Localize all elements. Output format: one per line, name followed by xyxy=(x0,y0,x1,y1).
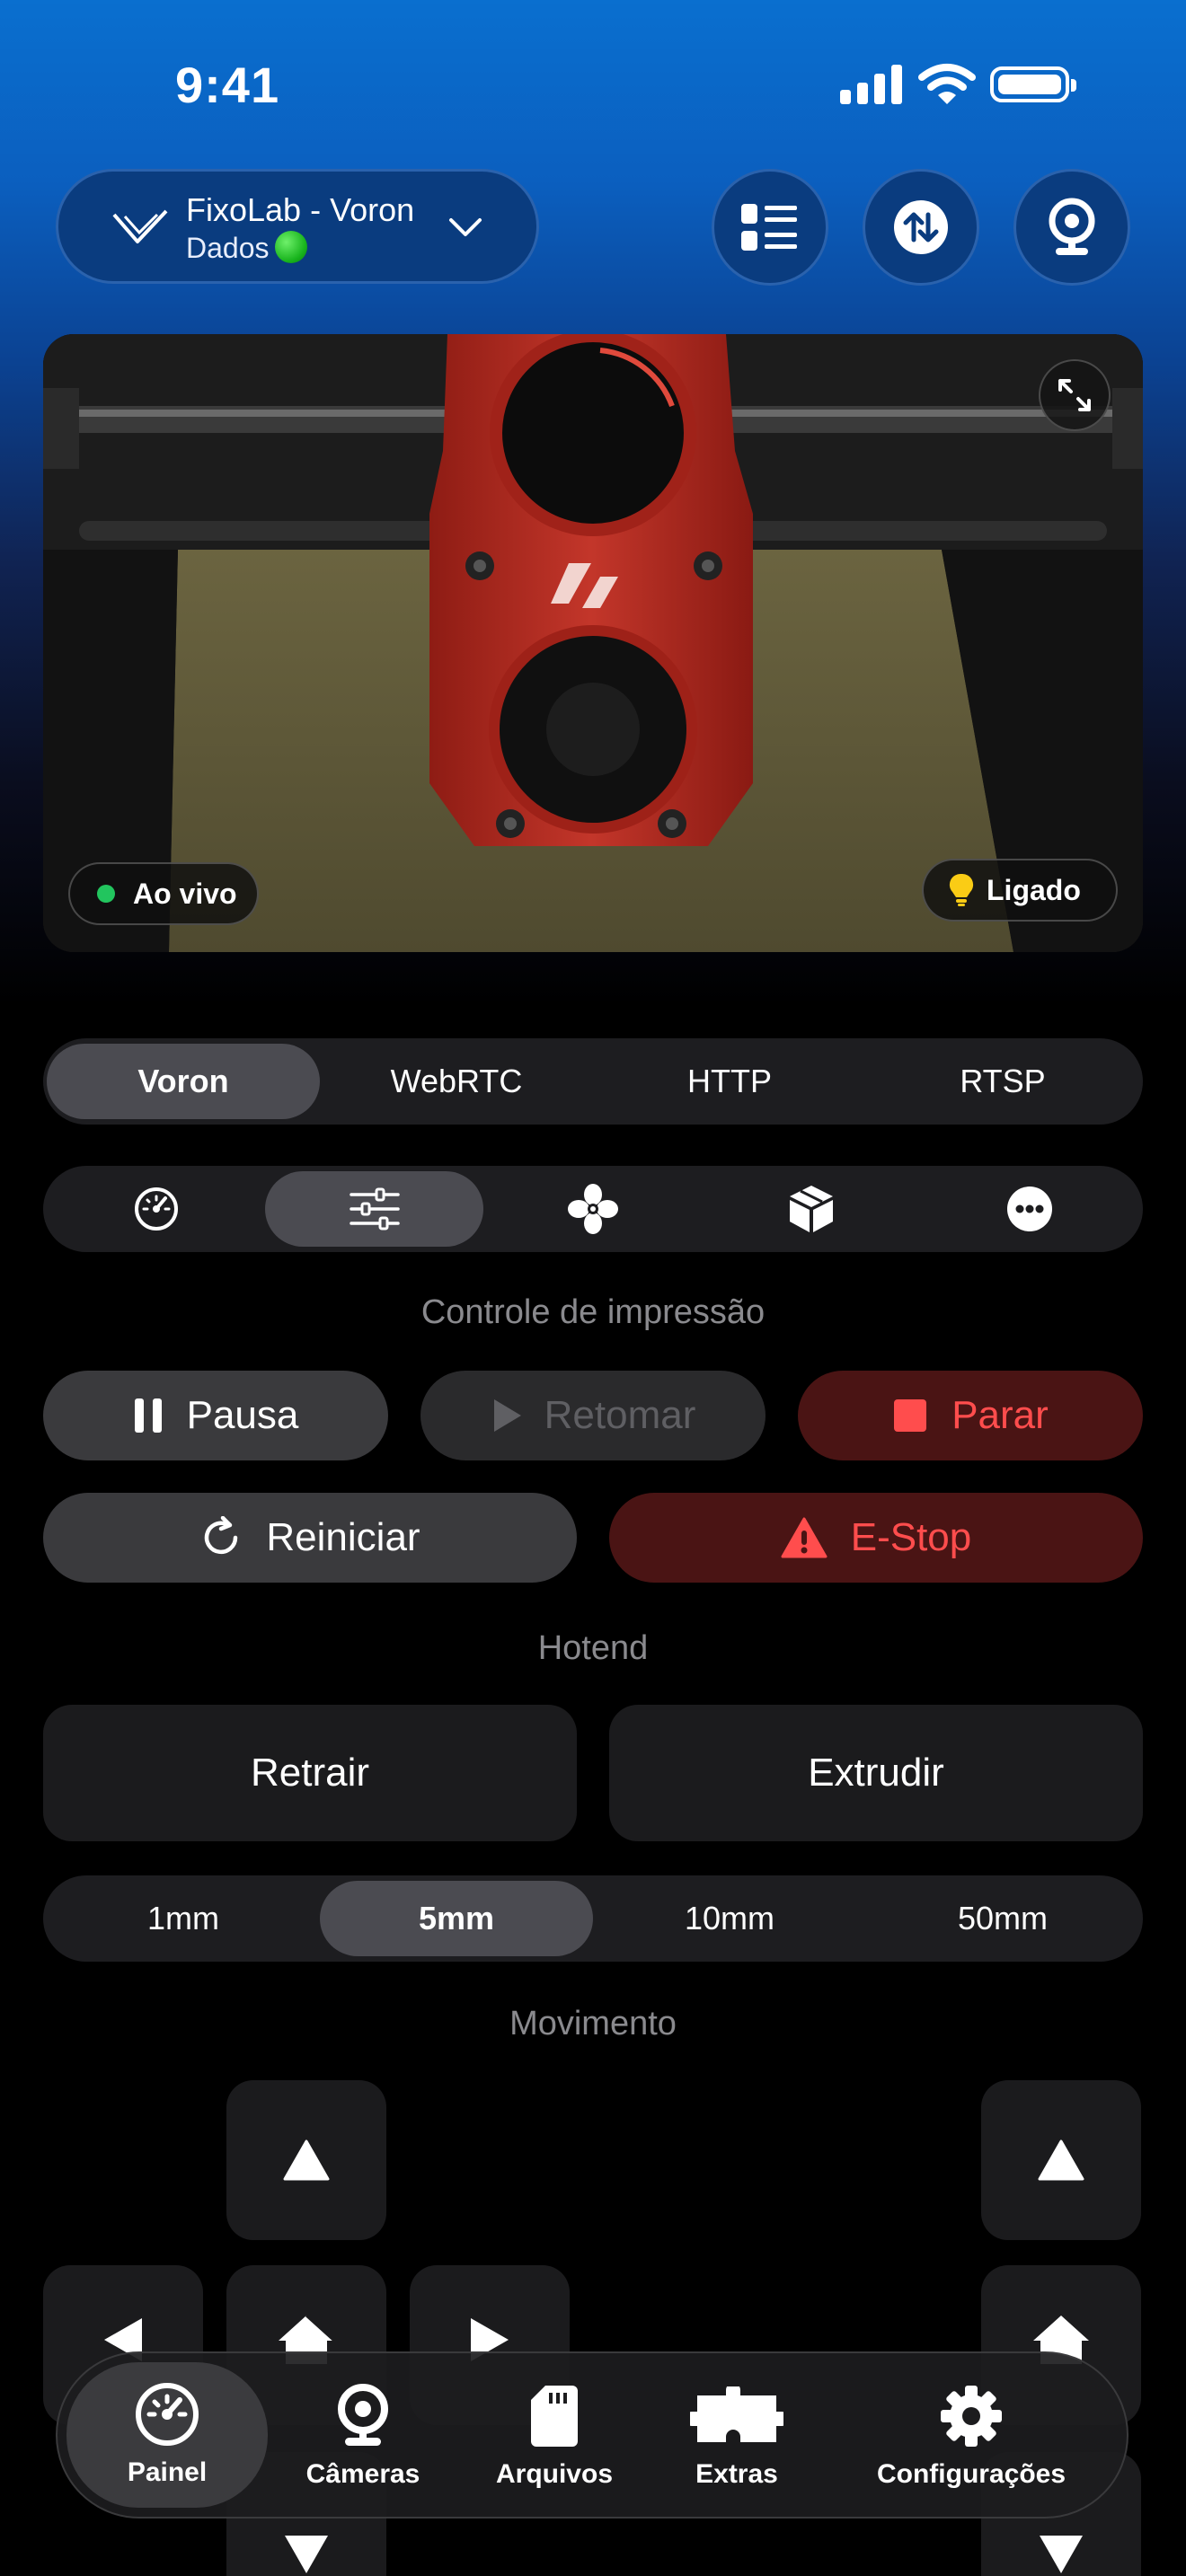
print-control-title: Controle de impressão xyxy=(420,1293,766,1331)
webcam-icon xyxy=(1049,198,1095,255)
estop-label: E-Stop xyxy=(850,1515,972,1559)
retract-button[interactable]: Retrair xyxy=(43,1705,577,1841)
restart-icon xyxy=(205,1516,238,1555)
live-dot-icon xyxy=(97,885,115,903)
distance-50mm[interactable]: 50mm xyxy=(866,1881,1139,1956)
movement-title: Movimento xyxy=(509,2005,677,2042)
tool-tab-cube[interactable] xyxy=(703,1171,921,1247)
arrow-up-icon xyxy=(283,2139,330,2181)
distance-10mm[interactable]: 10mm xyxy=(593,1881,866,1956)
gauge-icon xyxy=(136,2383,199,2446)
estop-button[interactable]: E-Stop xyxy=(609,1493,1143,1583)
stream-tab-http[interactable]: HTTP xyxy=(593,1044,866,1119)
cellular-signal-icon xyxy=(840,65,902,104)
hotend-title: Hotend xyxy=(537,1629,649,1667)
sd-card-icon xyxy=(531,2386,578,2447)
tool-tab-fan[interactable] xyxy=(483,1171,702,1247)
stop-icon xyxy=(894,1399,927,1432)
printer-selector[interactable]: FixoLab - Voron Dados xyxy=(56,169,539,284)
status-dot-icon xyxy=(274,231,307,263)
tool-tab-gauge[interactable] xyxy=(47,1171,265,1247)
gear-icon xyxy=(941,2386,1002,2447)
pause-label: Pausa xyxy=(186,1393,299,1437)
pause-button[interactable]: Pausa xyxy=(43,1371,388,1460)
stream-selector: Voron WebRTC HTTP RTSP xyxy=(43,1038,1143,1125)
stream-tab-voron[interactable]: Voron xyxy=(47,1044,320,1119)
stream-tab-webrtc[interactable]: WebRTC xyxy=(320,1044,593,1119)
transfer-button[interactable] xyxy=(863,169,979,286)
list-button[interactable] xyxy=(712,169,828,286)
arrow-down-icon xyxy=(1040,2536,1083,2573)
warning-icon xyxy=(781,1517,828,1558)
fullscreen-button[interactable] xyxy=(1039,359,1111,431)
list-icon xyxy=(741,204,797,251)
gauge-icon xyxy=(134,1187,178,1231)
restart-label: Reiniciar xyxy=(266,1515,420,1559)
tab-bar: Painel Câmeras Arquivos Extras Configura… xyxy=(56,2351,1128,2519)
tool-tab-more[interactable] xyxy=(921,1171,1139,1247)
extrude-button[interactable]: Extrudir xyxy=(609,1705,1143,1841)
transfer-icon xyxy=(894,200,948,254)
play-icon xyxy=(493,1399,521,1432)
tab-label: Arquivos xyxy=(495,2459,614,2489)
cube-icon xyxy=(790,1186,834,1232)
tool-tab-sliders[interactable] xyxy=(265,1171,484,1247)
camera-feed[interactable]: Ao vivo Ligado xyxy=(43,334,1143,952)
tab-configuracoes[interactable]: Configurações xyxy=(823,2353,1120,2520)
stop-button[interactable]: Parar xyxy=(798,1371,1143,1460)
restart-button[interactable]: Reiniciar xyxy=(43,1493,577,1583)
puzzle-icon xyxy=(690,2386,783,2442)
tool-selector xyxy=(43,1166,1143,1252)
distance-selector: 1mm 5mm 10mm 50mm xyxy=(43,1875,1143,1962)
tab-label: Configurações xyxy=(876,2459,1067,2489)
battery-icon xyxy=(990,66,1076,102)
expand-icon xyxy=(1058,379,1091,411)
webcam-button[interactable] xyxy=(1013,169,1130,286)
webcam-icon xyxy=(338,2384,388,2446)
resume-button[interactable]: Retomar xyxy=(420,1371,766,1460)
tab-painel[interactable]: Painel xyxy=(66,2362,268,2508)
tab-arquivos[interactable]: Arquivos xyxy=(458,2353,651,2520)
tab-label: Painel xyxy=(127,2457,208,2487)
wifi-icon xyxy=(918,64,976,104)
voron-logo-icon xyxy=(112,209,168,243)
jog-z-up-button[interactable] xyxy=(981,2080,1141,2240)
tab-cameras[interactable]: Câmeras xyxy=(268,2353,458,2520)
distance-1mm[interactable]: 1mm xyxy=(47,1881,320,1956)
live-badge: Ao vivo xyxy=(68,862,259,925)
tab-extras[interactable]: Extras xyxy=(651,2353,823,2520)
tab-label: Extras xyxy=(695,2459,778,2489)
status-time: 9:41 xyxy=(175,57,280,113)
printer-name: FixoLab - Voron xyxy=(186,191,415,228)
live-label: Ao vivo xyxy=(133,877,237,910)
resume-label: Retomar xyxy=(544,1393,696,1437)
arrow-up-icon xyxy=(1038,2139,1084,2181)
chevron-down-icon xyxy=(449,218,482,236)
sliders-icon xyxy=(350,1187,400,1231)
lightbulb-icon xyxy=(949,873,974,906)
arrow-down-icon xyxy=(285,2536,328,2573)
fan-icon xyxy=(568,1184,618,1234)
jog-y-plus-button[interactable] xyxy=(226,2080,386,2240)
stream-tab-rtsp[interactable]: RTSP xyxy=(866,1044,1139,1119)
distance-5mm[interactable]: 5mm xyxy=(320,1881,593,1956)
more-icon xyxy=(1007,1187,1053,1231)
stop-label: Parar xyxy=(951,1393,1049,1437)
light-toggle[interactable]: Ligado xyxy=(922,859,1118,922)
printer-status: Dados xyxy=(186,231,307,265)
tab-label: Câmeras xyxy=(305,2459,420,2489)
pause-icon xyxy=(134,1398,162,1433)
light-label: Ligado xyxy=(987,873,1081,906)
